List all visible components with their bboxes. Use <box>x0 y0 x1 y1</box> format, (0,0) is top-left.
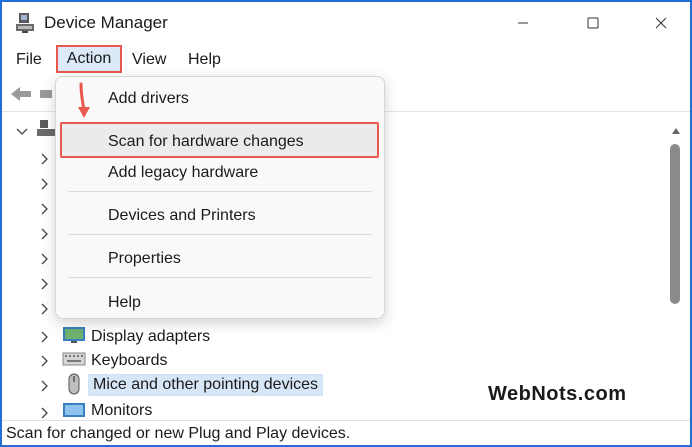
chevron-right-icon[interactable] <box>40 152 48 170</box>
computer-icon <box>36 119 56 144</box>
minimize-icon <box>518 22 528 23</box>
maximize-icon <box>587 17 599 28</box>
chevron-right-icon[interactable] <box>40 227 48 245</box>
device-manager-icon <box>14 12 36 34</box>
chevron-right-icon[interactable] <box>40 330 48 348</box>
title-bar[interactable]: Device Manager <box>2 2 690 43</box>
minimize-button[interactable] <box>500 2 546 43</box>
chevron-right-icon[interactable] <box>40 202 48 220</box>
chevron-right-icon[interactable] <box>40 354 48 372</box>
forward-arrow-icon <box>40 90 52 98</box>
chevron-right-icon[interactable] <box>40 252 48 270</box>
window-title: Device Manager <box>44 13 168 32</box>
menu-view[interactable]: View <box>132 48 166 72</box>
menu-bar: File Action View Help <box>2 43 690 77</box>
close-icon <box>655 17 667 28</box>
menu-add-drivers[interactable]: Add drivers <box>108 90 189 108</box>
tree-item-monitors[interactable]: Monitors <box>91 402 152 420</box>
chevron-right-icon[interactable] <box>40 302 48 320</box>
close-button[interactable] <box>638 2 684 43</box>
menu-help-item[interactable]: Help <box>108 294 141 312</box>
action-dropdown-menu: Add drivers Scan for hardware changes Ad… <box>55 76 385 319</box>
keyboard-icon <box>62 352 86 371</box>
chevron-right-icon[interactable] <box>40 406 48 420</box>
menu-help[interactable]: Help <box>188 48 221 72</box>
maximize-button[interactable] <box>570 2 616 43</box>
device-manager-window: Device Manager File Action View Help Dis… <box>2 2 690 445</box>
monitor-icon <box>62 402 86 420</box>
menu-separator <box>68 191 372 192</box>
menu-properties[interactable]: Properties <box>108 250 181 268</box>
tree-item-keyboards[interactable]: Keyboards <box>91 352 168 370</box>
back-arrow-icon <box>11 87 31 101</box>
forward-button[interactable] <box>38 85 52 108</box>
tree-item-mice[interactable]: Mice and other pointing devices <box>88 374 324 396</box>
annotation-arrow-icon <box>76 82 94 125</box>
tree-item-display-adapters[interactable]: Display adapters <box>91 328 210 346</box>
watermark: WebNots.com <box>488 383 627 405</box>
menu-file[interactable]: File <box>16 48 42 72</box>
menu-devices-and-printers[interactable]: Devices and Printers <box>108 207 256 225</box>
menu-add-legacy-hardware[interactable]: Add legacy hardware <box>108 164 258 182</box>
mouse-icon <box>62 372 86 401</box>
menu-action[interactable]: Action <box>56 45 122 73</box>
status-text: Scan for changed or new Plug and Play de… <box>6 425 351 442</box>
vertical-scrollbar[interactable] <box>666 114 690 420</box>
display-adapter-icon <box>62 326 86 349</box>
menu-separator <box>68 234 372 235</box>
chevron-right-icon[interactable] <box>40 177 48 195</box>
chevron-right-icon[interactable] <box>40 379 48 397</box>
scroll-thumb[interactable] <box>670 144 680 304</box>
status-bar: Scan for changed or new Plug and Play de… <box>2 420 690 445</box>
scroll-up-icon[interactable] <box>671 122 681 140</box>
back-button[interactable] <box>10 85 32 108</box>
chevron-down-icon[interactable] <box>16 124 28 142</box>
menu-scan-hardware-changes[interactable]: Scan for hardware changes <box>108 133 304 151</box>
menu-separator <box>68 277 372 278</box>
chevron-right-icon[interactable] <box>40 277 48 295</box>
